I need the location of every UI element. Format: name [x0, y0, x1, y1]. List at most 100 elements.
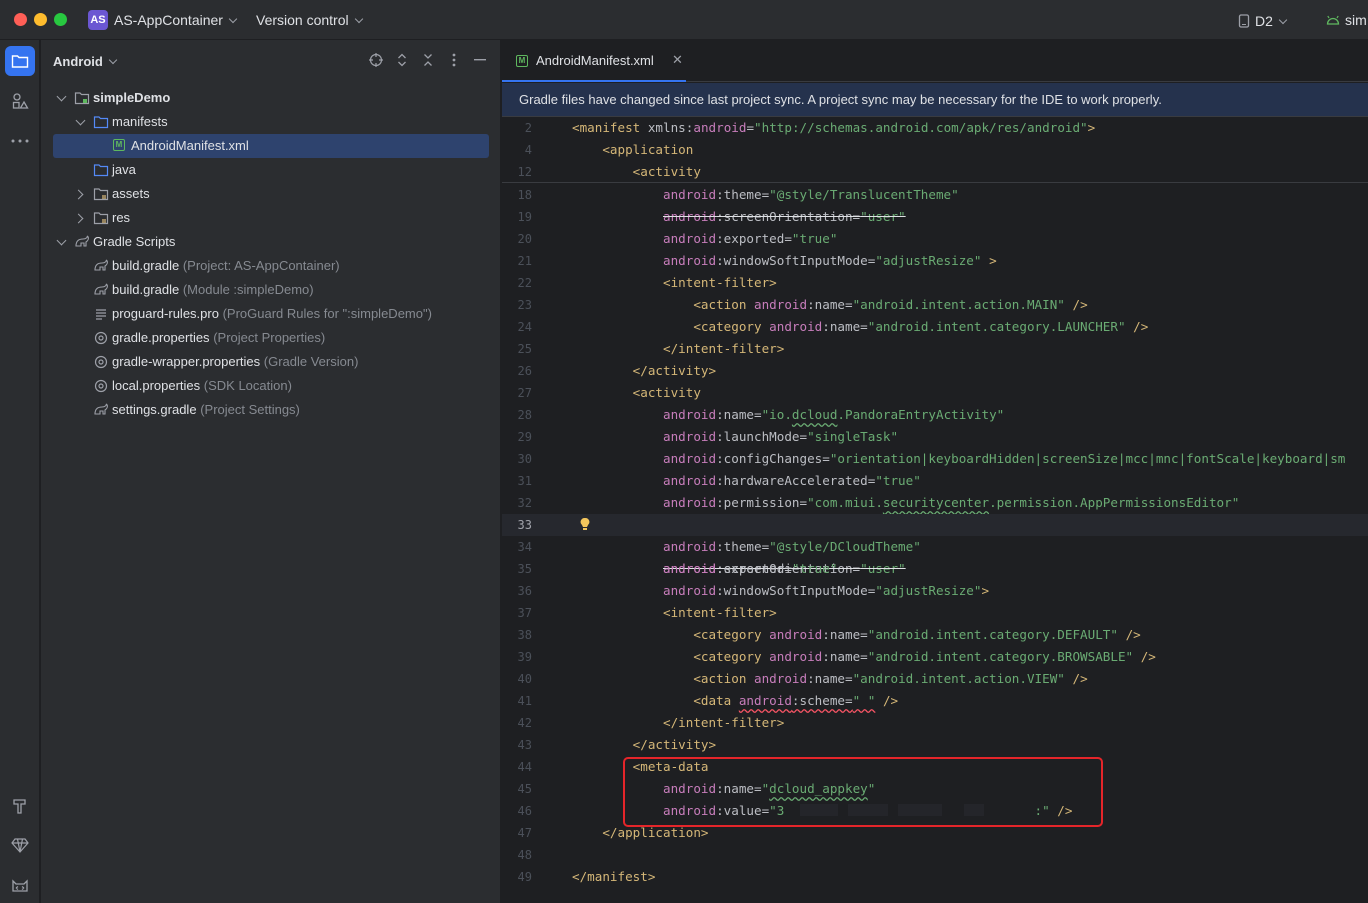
- tree-item-label: gradle-wrapper.properties: [112, 354, 261, 369]
- code-line: 19 android:screenOrientation="user": [517, 209, 906, 224]
- gradle-icon: [94, 283, 108, 295]
- tree-item-proguard[interactable]: proguard-rules.pro (ProGuard Rules for "…: [53, 302, 489, 326]
- code-line: 23 <action android:name="android.intent.…: [517, 297, 1088, 312]
- locate-file-button[interactable]: [368, 52, 384, 68]
- code-line: 21 android:windowSoftInputMode="adjustRe…: [517, 253, 997, 268]
- chevron-down-icon: [108, 55, 118, 65]
- expand-all-button[interactable]: [394, 52, 410, 68]
- tool-window-strip: [0, 40, 40, 903]
- chevron-down-icon: [1278, 15, 1288, 25]
- code-line: 35 android:exported="true": [517, 561, 838, 576]
- diamond-icon: [11, 838, 29, 853]
- chevron-down-icon[interactable]: [55, 230, 67, 254]
- project-tool-button[interactable]: [5, 46, 35, 76]
- tree-item-res[interactable]: res: [53, 206, 489, 230]
- code-line: 22 <intent-filter>: [517, 275, 777, 290]
- vcs-menu[interactable]: Version control: [256, 12, 363, 28]
- project-badge: AS: [88, 10, 108, 30]
- folder-icon: [11, 55, 29, 68]
- lightbulb-icon[interactable]: [580, 517, 590, 531]
- run-config-label: sim: [1345, 12, 1367, 28]
- minimize-window-button[interactable]: [34, 13, 47, 26]
- chevron-right-icon[interactable]: [74, 182, 86, 206]
- manifest-file-icon: M: [516, 55, 528, 67]
- resource-folder-icon: [93, 188, 109, 201]
- tree-item-label: build.gradle: [112, 258, 180, 273]
- chevron-right-icon[interactable]: [74, 206, 86, 230]
- tree-item-assets[interactable]: assets: [53, 182, 489, 206]
- project-switcher[interactable]: AS-AppContainer: [114, 12, 238, 28]
- manifest-file-icon: M: [113, 139, 125, 151]
- project-view-selector[interactable]: Android: [53, 54, 118, 69]
- android-icon: [1326, 15, 1340, 25]
- logcat-tool-button[interactable]: [5, 870, 35, 900]
- tree-item-label: gradle.properties: [112, 330, 210, 345]
- tree-item-settings-gradle[interactable]: settings.gradle (Project Settings): [53, 398, 489, 422]
- tree-item-gradle-properties[interactable]: gradle.properties (Project Properties): [53, 326, 489, 350]
- close-icon[interactable]: ✕: [672, 52, 683, 68]
- tab-androidmanifest[interactable]: M AndroidManifest.xml ✕: [502, 40, 686, 82]
- zoom-window-button[interactable]: [54, 13, 67, 26]
- code-line: 26 </activity>: [517, 363, 717, 378]
- code-line: 24 <category android:name="android.inten…: [517, 319, 1149, 334]
- tree-item-hint: (Project: AS-AppContainer): [182, 258, 340, 273]
- tree-item-label: assets: [112, 186, 150, 201]
- chevron-down-icon[interactable]: [55, 86, 67, 110]
- tree-item-local-properties[interactable]: local.properties (SDK Location): [53, 374, 489, 398]
- tree-item-manifests[interactable]: manifests: [53, 110, 489, 134]
- hide-panel-button[interactable]: [472, 52, 488, 68]
- tree-item-simpledemo[interactable]: simpleDemo: [53, 86, 489, 110]
- more-horizontal-icon: [11, 139, 29, 143]
- sync-banner-text: Gradle files have changed since last pro…: [519, 92, 1162, 107]
- chevron-down-icon[interactable]: [74, 110, 86, 134]
- collapse-all-button[interactable]: [420, 52, 436, 68]
- code-line: 30 android:configChanges="orientation|ke…: [517, 451, 1346, 466]
- code-line: 49 </manifest>: [517, 869, 656, 884]
- tree-item-androidmanifest[interactable]: M AndroidManifest.xml: [53, 134, 489, 158]
- code-line: 40 <action android:name="android.intent.…: [517, 671, 1088, 686]
- tree-item-label: res: [112, 210, 131, 225]
- build-tool-button[interactable]: [5, 791, 35, 821]
- gemini-tool-button[interactable]: [5, 830, 35, 860]
- code-area[interactable]: 2 <manifest xmlns:android="http://schemas…: [502, 117, 1368, 903]
- gradle-icon: [75, 235, 89, 247]
- code-line: 43 </activity>: [517, 737, 717, 752]
- code-line: 37 <intent-filter>: [517, 605, 777, 620]
- code-line: 27 <activity: [517, 385, 701, 400]
- code-line: 4 <application: [524, 142, 694, 157]
- device-label: D2: [1255, 13, 1273, 29]
- highlight-box: [623, 757, 1103, 827]
- more-vertical-icon: [452, 53, 456, 67]
- tree-item-java[interactable]: java: [53, 158, 489, 182]
- tree-item-label: build.gradle: [112, 282, 180, 297]
- code-line: 20 android:exported="true": [517, 231, 838, 246]
- tree-item-label: manifests: [112, 114, 168, 129]
- settings-file-icon: [94, 355, 108, 369]
- tree-item-gradle-wrapper-properties[interactable]: gradle-wrapper.properties (Gradle Versio…: [53, 350, 489, 374]
- code-line: 36 android:windowSoftInputMode="adjustRe…: [517, 583, 990, 598]
- code-line: 28 android:name="io.dcloud.PandoraEntryA…: [517, 407, 1005, 422]
- gradle-icon: [94, 259, 108, 271]
- tree-item-build-gradle-module[interactable]: build.gradle (Module :simpleDemo): [53, 278, 489, 302]
- tree-item-gradle-scripts[interactable]: Gradle Scripts: [53, 230, 489, 254]
- code-line: 2 <manifest xmlns:android="http://schemas…: [524, 120, 1096, 135]
- code-line: 12 <activity: [517, 164, 701, 179]
- tree-item-build-gradle-project[interactable]: build.gradle (Project: AS-AppContainer): [53, 254, 489, 278]
- chevron-down-icon: [228, 14, 238, 24]
- device-selector[interactable]: D2: [1238, 12, 1288, 29]
- resource-folder-icon: [93, 212, 109, 225]
- resource-manager-button[interactable]: [5, 86, 35, 116]
- more-tools-button[interactable]: [5, 126, 35, 156]
- code-line-current: 33 android:screenOrientation="user": [502, 514, 1368, 576]
- run-config-selector[interactable]: sim: [1326, 12, 1367, 28]
- options-button[interactable]: [446, 52, 462, 68]
- chevron-down-icon: [354, 14, 363, 24]
- expand-icon: [398, 53, 406, 67]
- project-name: AS-AppContainer: [114, 12, 223, 28]
- shapes-icon: [12, 93, 29, 109]
- code-line: 25 </intent-filter>: [517, 341, 785, 356]
- close-window-button[interactable]: [14, 13, 27, 26]
- tree-item-hint: (Project Properties): [213, 330, 326, 345]
- tree-item-hint: (Gradle Version): [263, 354, 359, 369]
- collapse-icon: [424, 54, 432, 66]
